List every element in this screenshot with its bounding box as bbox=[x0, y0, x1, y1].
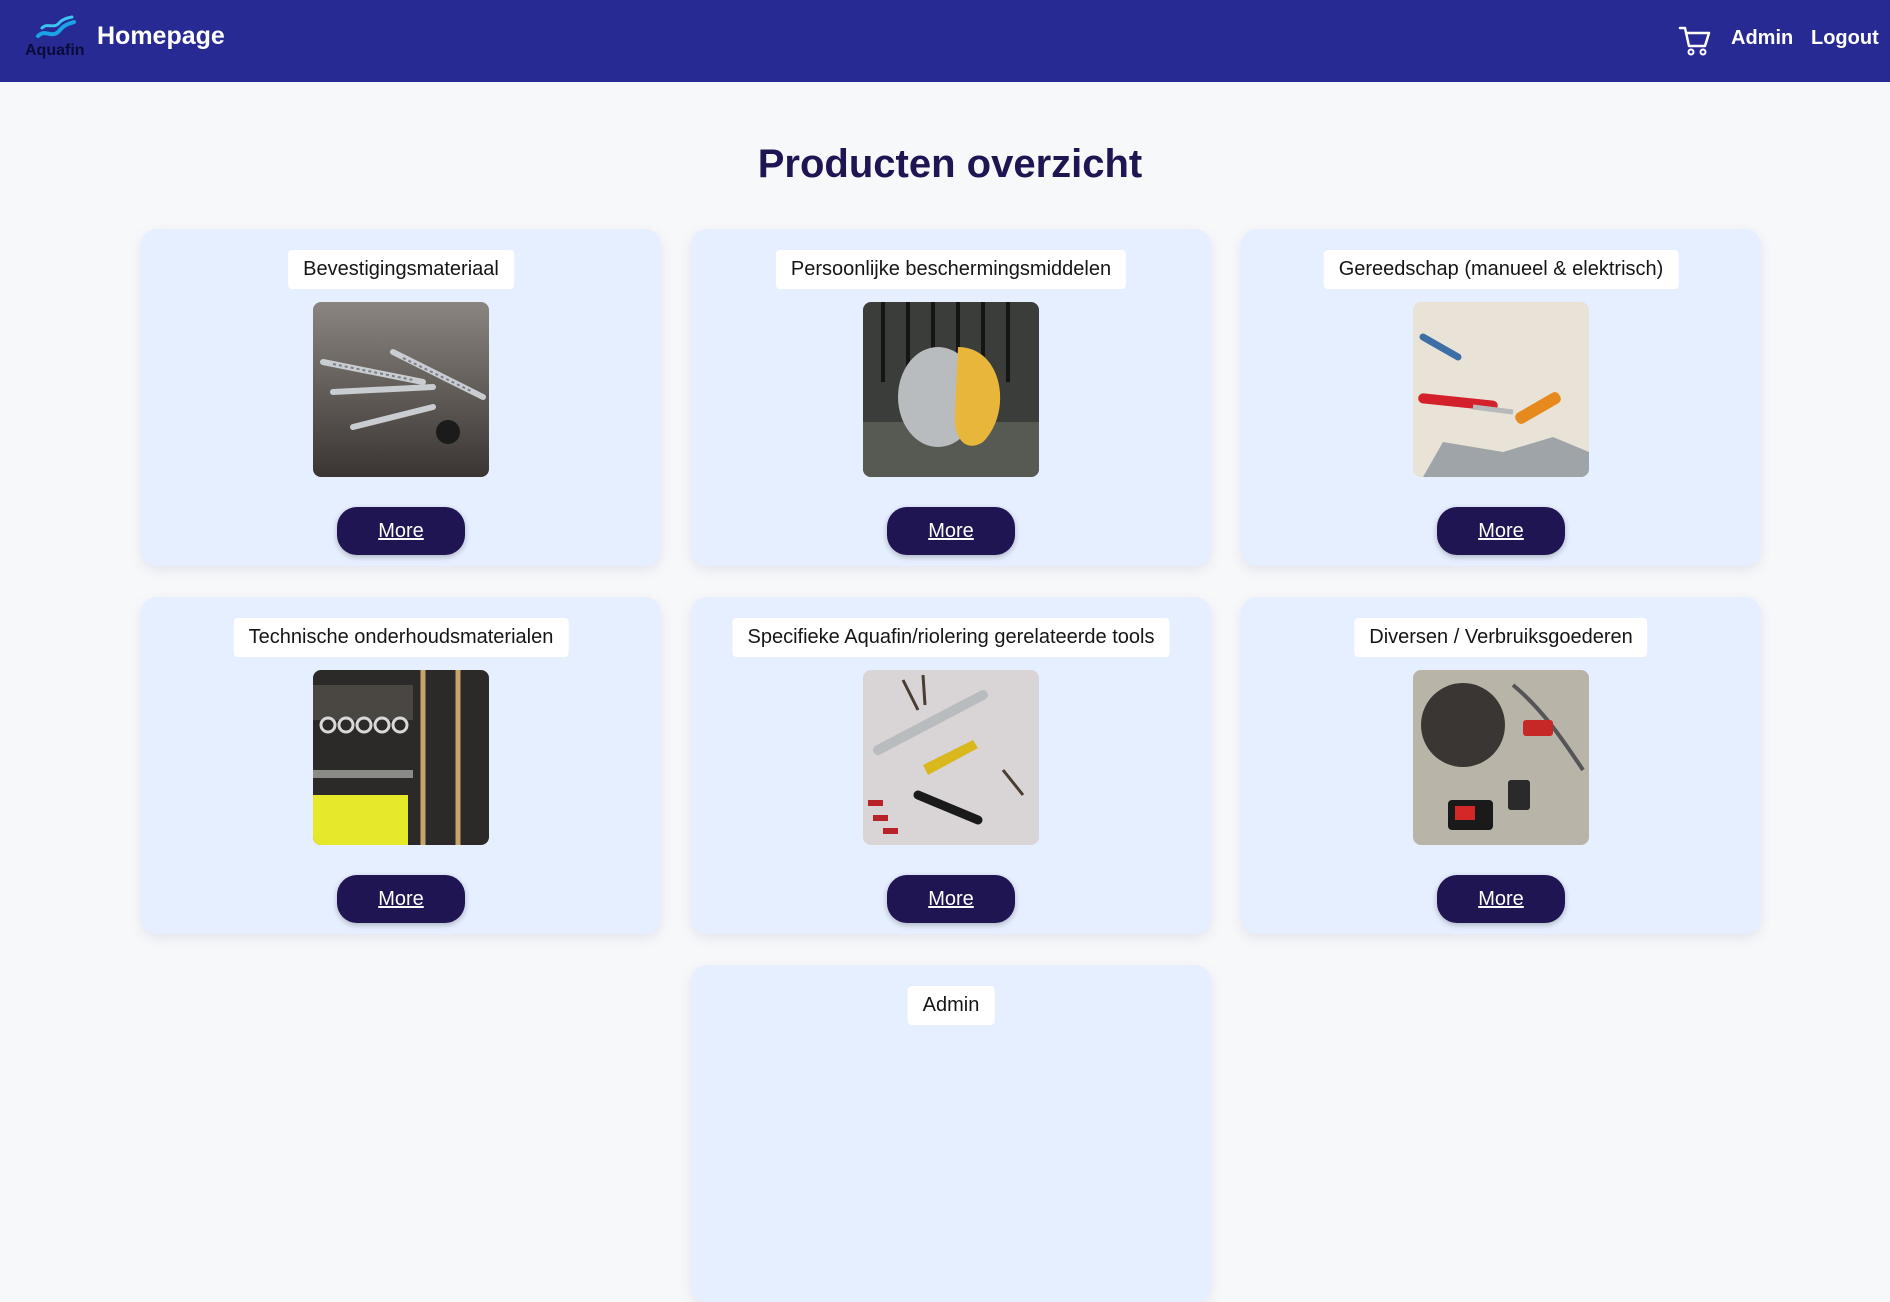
category-card: Persoonlijke beschermingsmiddelen More bbox=[691, 229, 1211, 566]
cart-icon[interactable] bbox=[1678, 24, 1712, 58]
screws-image bbox=[313, 302, 489, 477]
logo-text: Aquafin bbox=[25, 42, 85, 59]
more-button[interactable]: More bbox=[1437, 875, 1565, 923]
category-card: Admin bbox=[691, 965, 1211, 1302]
category-card: Specifieke Aquafin/riolering gerelateerd… bbox=[691, 597, 1211, 934]
more-button[interactable]: More bbox=[887, 875, 1015, 923]
category-card: Technische onderhoudsmaterialen More bbox=[141, 597, 661, 934]
category-title: Diversen / Verbruiksgoederen bbox=[1354, 618, 1648, 657]
category-title: Technische onderhoudsmaterialen bbox=[233, 618, 569, 657]
tester-image bbox=[1413, 670, 1589, 845]
category-title: Persoonlijke beschermingsmiddelen bbox=[775, 250, 1127, 289]
aquafin-logo[interactable]: Aquafin bbox=[24, 14, 90, 64]
logout-link[interactable]: Logout bbox=[1811, 27, 1879, 50]
navbar: Aquafin Homepage Admin Logout bbox=[0, 0, 1890, 82]
category-card: Diversen / Verbruiksgoederen More bbox=[1241, 597, 1761, 934]
more-button[interactable]: More bbox=[337, 875, 465, 923]
category-card: Gereedschap (manueel & elektrisch) More bbox=[1241, 229, 1761, 566]
category-title: Specifieke Aquafin/riolering gerelateerd… bbox=[732, 618, 1170, 657]
category-title: Gereedschap (manueel & elektrisch) bbox=[1323, 250, 1679, 289]
category-card: Bevestigingsmateriaal More bbox=[141, 229, 661, 566]
admin-link[interactable]: Admin bbox=[1731, 27, 1793, 50]
wrench-pliers-image bbox=[863, 670, 1039, 845]
homepage-link[interactable]: Homepage bbox=[97, 22, 225, 51]
more-button[interactable]: More bbox=[1437, 507, 1565, 555]
more-button[interactable]: More bbox=[337, 507, 465, 555]
waves-icon bbox=[36, 15, 76, 38]
category-title: Admin bbox=[907, 986, 995, 1025]
more-button[interactable]: More bbox=[887, 507, 1015, 555]
maintenance-image bbox=[313, 670, 489, 845]
category-title: Bevestigingsmateriaal bbox=[288, 250, 514, 289]
page-title: Producten overzicht bbox=[757, 142, 1143, 186]
helmet-image bbox=[863, 302, 1039, 477]
tools-image bbox=[1413, 302, 1589, 477]
